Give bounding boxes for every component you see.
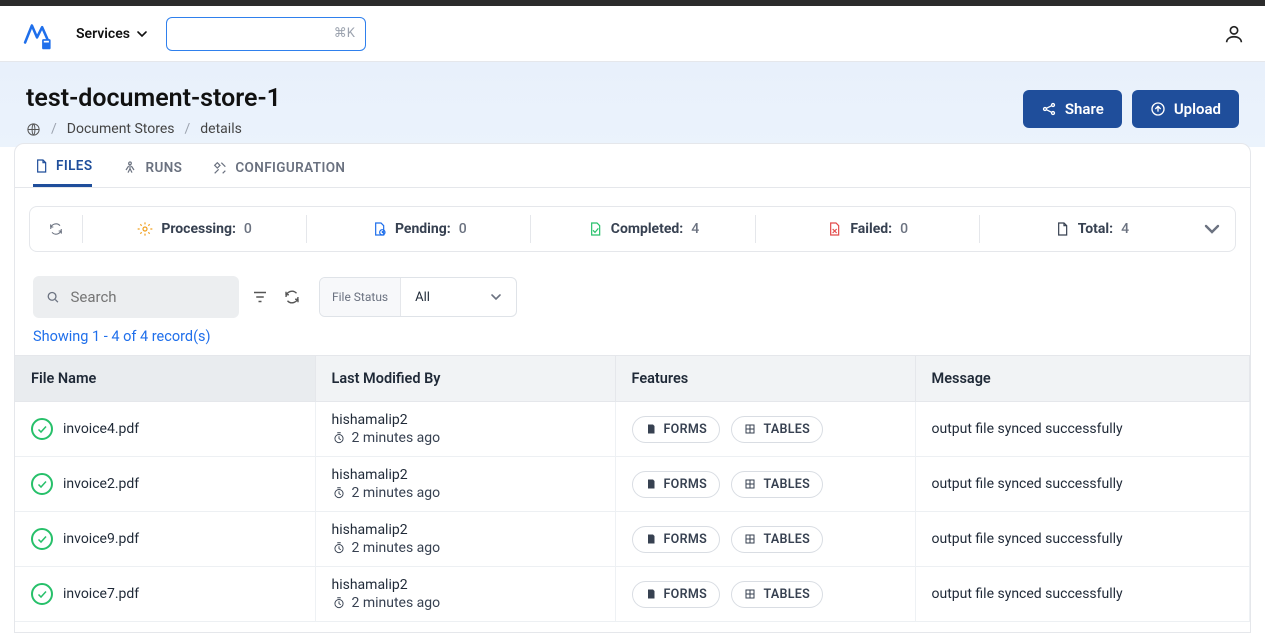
clock-icon bbox=[332, 541, 346, 555]
row-message: output file synced successfully bbox=[915, 512, 1250, 567]
file-name: invoice9.pdf bbox=[63, 531, 139, 547]
success-icon bbox=[31, 418, 53, 440]
row-message: output file synced successfully bbox=[915, 402, 1250, 457]
col-filename: File Name bbox=[15, 356, 315, 402]
expand-stats[interactable] bbox=[1203, 220, 1221, 238]
tab-files[interactable]: FILES bbox=[33, 158, 92, 187]
success-icon bbox=[31, 528, 53, 550]
refresh-icon bbox=[283, 288, 301, 306]
table-icon bbox=[744, 588, 756, 600]
form-icon bbox=[645, 588, 657, 600]
col-features: Features bbox=[615, 356, 915, 402]
tools-icon bbox=[212, 160, 228, 176]
tab-runs[interactable]: RUNS bbox=[122, 158, 182, 187]
col-modifiedby: Last Modified By bbox=[315, 356, 615, 402]
table-row[interactable]: invoice2.pdf hishamalip2 2 minutes ago F… bbox=[15, 457, 1250, 512]
breadcrumb-details: details bbox=[200, 121, 242, 137]
feature-forms: FORMS bbox=[632, 471, 721, 498]
modified-user: hishamalip2 bbox=[332, 467, 599, 483]
file-icon bbox=[33, 158, 49, 174]
tabs: FILES RUNS CONFIGURATION bbox=[15, 144, 1250, 188]
feature-forms: FORMS bbox=[632, 526, 721, 553]
top-nav: Services ⌘K bbox=[0, 6, 1265, 62]
row-message: output file synced successfully bbox=[915, 567, 1250, 622]
services-label: Services bbox=[76, 26, 130, 42]
search-input-wrap[interactable] bbox=[33, 276, 239, 318]
col-message: Message bbox=[915, 356, 1250, 402]
chevron-down-icon bbox=[1203, 220, 1221, 238]
search-input[interactable] bbox=[70, 288, 227, 306]
file-status-filter[interactable]: File Status All bbox=[319, 277, 517, 317]
upload-button[interactable]: Upload bbox=[1132, 90, 1239, 128]
filter-button[interactable] bbox=[249, 286, 271, 308]
feature-tables: TABLES bbox=[731, 526, 823, 553]
chevron-down-icon bbox=[136, 28, 148, 40]
file-error-icon bbox=[826, 221, 842, 237]
modified-when: 2 minutes ago bbox=[352, 430, 441, 446]
success-icon bbox=[31, 583, 53, 605]
table-row[interactable]: invoice4.pdf hishamalip2 2 minutes ago F… bbox=[15, 402, 1250, 457]
sync-icon[interactable] bbox=[48, 221, 64, 237]
feature-tables: TABLES bbox=[731, 416, 823, 443]
runs-icon bbox=[122, 160, 138, 176]
refresh-button[interactable] bbox=[281, 286, 303, 308]
main-panel: FILES RUNS CONFIGURATION Processing: 0 P… bbox=[14, 143, 1251, 633]
table-toolbar: File Status All bbox=[33, 276, 1232, 318]
app-logo[interactable] bbox=[20, 17, 54, 51]
share-icon bbox=[1041, 101, 1057, 117]
modified-when: 2 minutes ago bbox=[352, 485, 441, 501]
modified-user: hishamalip2 bbox=[332, 412, 599, 428]
file-name: invoice2.pdf bbox=[63, 476, 139, 492]
modified-user: hishamalip2 bbox=[332, 522, 599, 538]
form-icon bbox=[645, 478, 657, 490]
breadcrumb-docstores[interactable]: Document Stores bbox=[67, 121, 175, 137]
globe-icon[interactable] bbox=[26, 122, 41, 137]
file-check-icon bbox=[587, 221, 603, 237]
modified-when: 2 minutes ago bbox=[352, 595, 441, 611]
feature-tables: TABLES bbox=[731, 581, 823, 608]
table-row[interactable]: invoice9.pdf hishamalip2 2 minutes ago F… bbox=[15, 512, 1250, 567]
command-search[interactable]: ⌘K bbox=[166, 17, 366, 51]
modified-when: 2 minutes ago bbox=[352, 540, 441, 556]
file-name: invoice4.pdf bbox=[63, 421, 139, 437]
files-table: File Name Last Modified By Features Mess… bbox=[15, 355, 1250, 622]
upload-icon bbox=[1150, 101, 1166, 117]
record-count: Showing 1 - 4 of 4 record(s) bbox=[33, 328, 1232, 345]
services-menu[interactable]: Services bbox=[76, 26, 148, 42]
row-message: output file synced successfully bbox=[915, 457, 1250, 512]
gear-icon bbox=[137, 221, 153, 237]
file-icon bbox=[1054, 221, 1070, 237]
cmd-shortcut: ⌘K bbox=[334, 26, 355, 41]
clock-icon bbox=[332, 596, 346, 610]
file-name: invoice7.pdf bbox=[63, 586, 139, 602]
table-row[interactable]: invoice7.pdf hishamalip2 2 minutes ago F… bbox=[15, 567, 1250, 622]
tab-configuration[interactable]: CONFIGURATION bbox=[212, 158, 345, 187]
success-icon bbox=[31, 473, 53, 495]
feature-forms: FORMS bbox=[632, 416, 721, 443]
modified-user: hishamalip2 bbox=[332, 577, 599, 593]
file-pending-icon bbox=[371, 221, 387, 237]
profile-icon[interactable] bbox=[1223, 23, 1245, 45]
clock-icon bbox=[332, 486, 346, 500]
table-icon bbox=[744, 423, 756, 435]
feature-forms: FORMS bbox=[632, 581, 721, 608]
status-bar: Processing: 0 Pending: 0 Completed: 4 Fa… bbox=[29, 206, 1236, 252]
table-icon bbox=[744, 533, 756, 545]
feature-tables: TABLES bbox=[731, 471, 823, 498]
table-icon bbox=[744, 478, 756, 490]
share-button[interactable]: Share bbox=[1023, 90, 1122, 128]
form-icon bbox=[645, 423, 657, 435]
chevron-down-icon bbox=[490, 291, 502, 303]
clock-icon bbox=[332, 431, 346, 445]
form-icon bbox=[645, 533, 657, 545]
page-header: test-document-store-1 / Document Stores … bbox=[0, 62, 1265, 147]
search-icon bbox=[45, 288, 60, 306]
filter-icon bbox=[251, 288, 269, 306]
